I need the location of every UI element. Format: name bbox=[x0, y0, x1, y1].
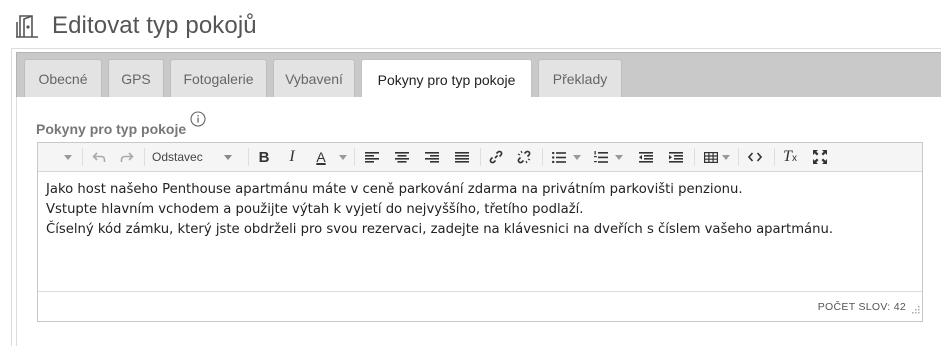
numbered-list-caret-icon[interactable] bbox=[613, 143, 625, 171]
info-icon[interactable] bbox=[190, 111, 206, 132]
bullet-list-icon[interactable] bbox=[548, 143, 570, 171]
text-color-caret-icon[interactable] bbox=[337, 143, 349, 171]
format-select-value: Odstavec bbox=[152, 150, 203, 164]
align-center-icon[interactable] bbox=[390, 143, 414, 171]
link-icon[interactable] bbox=[484, 143, 508, 171]
outdent-icon[interactable] bbox=[634, 143, 658, 171]
paragraph-line: Jako host našeho Penthouse apartmánu mát… bbox=[46, 182, 743, 197]
indent-icon[interactable] bbox=[664, 143, 688, 171]
tab-equipment[interactable]: Vybavení bbox=[273, 59, 355, 97]
door-icon bbox=[14, 14, 40, 38]
format-select[interactable]: Odstavec bbox=[146, 143, 238, 171]
bold-icon[interactable]: B bbox=[254, 143, 274, 171]
tab-translations[interactable]: Překlady bbox=[538, 59, 622, 97]
tab-label: Obecné bbox=[38, 70, 88, 87]
undo-icon[interactable] bbox=[88, 143, 110, 171]
dropdown-caret-icon[interactable] bbox=[60, 143, 76, 171]
tab-label: Vybavení bbox=[285, 70, 343, 87]
tab-label: GPS bbox=[121, 70, 151, 87]
align-right-icon[interactable] bbox=[420, 143, 444, 171]
field-label: Pokyny pro typ pokoje bbox=[36, 121, 187, 137]
clear-formatting-icon[interactable]: Tx bbox=[778, 143, 802, 171]
italic-icon[interactable]: I bbox=[282, 143, 302, 171]
tab-label: Fotogalerie bbox=[183, 70, 254, 87]
table-caret-icon[interactable] bbox=[720, 143, 732, 171]
tab-label: Pokyny pro typ pokoje bbox=[377, 71, 516, 88]
tab-bar: Obecné GPS Fotogalerie Vybavení Pokyny p… bbox=[16, 52, 941, 99]
rich-text-editor: Odstavec B I A Tx Jako host našeho Penth… bbox=[37, 142, 923, 322]
tab-photo-gallery[interactable]: Fotogalerie bbox=[170, 59, 267, 97]
editor-toolbar: Odstavec B I A Tx bbox=[38, 143, 922, 172]
page-header: Editovat typ pokojů bbox=[14, 10, 257, 42]
paragraph-line: Vstupte hlavním vchodem a použijte výtah… bbox=[46, 202, 584, 217]
resize-handle-icon[interactable] bbox=[911, 301, 920, 319]
edit-panel: Obecné GPS Fotogalerie Vybavení Pokyny p… bbox=[11, 48, 941, 346]
page-title: Editovat typ pokojů bbox=[52, 12, 257, 39]
bullet-list-caret-icon[interactable] bbox=[571, 143, 583, 171]
numbered-list-icon[interactable] bbox=[590, 143, 612, 171]
fullscreen-icon[interactable] bbox=[808, 143, 832, 171]
source-code-icon[interactable] bbox=[742, 143, 768, 171]
paragraph-line: Číselný kód zámku, který jste obdrželi p… bbox=[46, 222, 834, 237]
editor-statusbar: POČET SLOV: 42 bbox=[38, 291, 922, 321]
align-left-icon[interactable] bbox=[360, 143, 384, 171]
unlink-icon[interactable] bbox=[512, 143, 536, 171]
tab-general[interactable]: Obecné bbox=[24, 59, 102, 97]
tab-room-instructions[interactable]: Pokyny pro typ pokoje bbox=[361, 59, 532, 99]
text-color-icon[interactable]: A bbox=[310, 143, 332, 171]
redo-icon[interactable] bbox=[116, 143, 138, 171]
tab-gps[interactable]: GPS bbox=[108, 59, 164, 97]
tab-label: Překlady bbox=[552, 70, 608, 87]
align-justify-icon[interactable] bbox=[450, 143, 474, 171]
editor-content[interactable]: Jako host našeho Penthouse apartmánu mát… bbox=[46, 180, 916, 240]
word-count: POČET SLOV: 42 bbox=[817, 301, 906, 313]
